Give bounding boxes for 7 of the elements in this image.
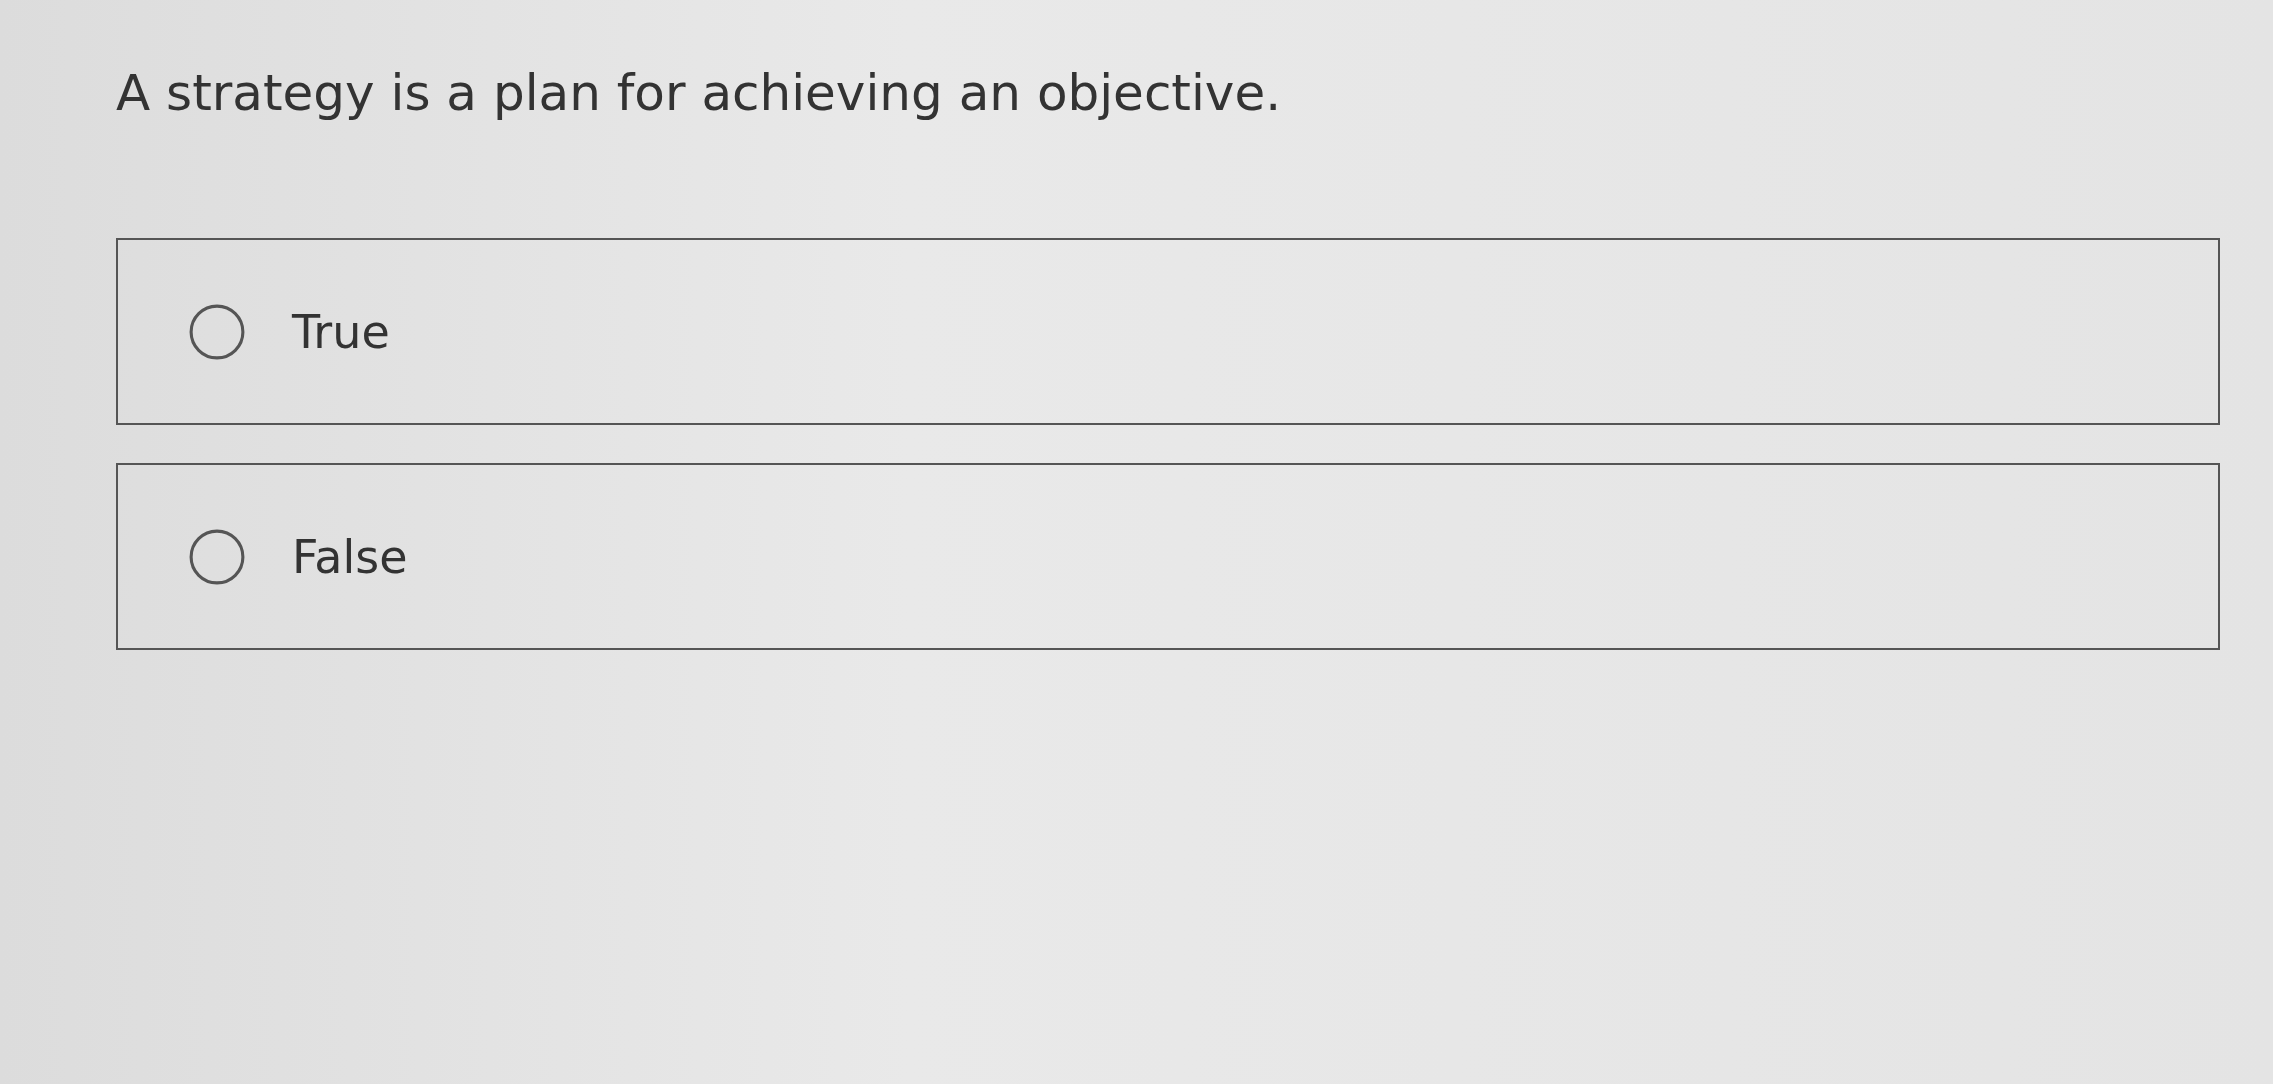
option-label: False (292, 529, 408, 584)
question-text: A strategy is a plan for achieving an objective. (116, 63, 1283, 124)
answer-option[interactable]: True (116, 238, 2220, 425)
radio-button[interactable] (188, 302, 246, 361)
answer-option[interactable]: False (116, 463, 2220, 650)
radio-button[interactable] (188, 527, 246, 586)
option-label: True (292, 304, 390, 359)
